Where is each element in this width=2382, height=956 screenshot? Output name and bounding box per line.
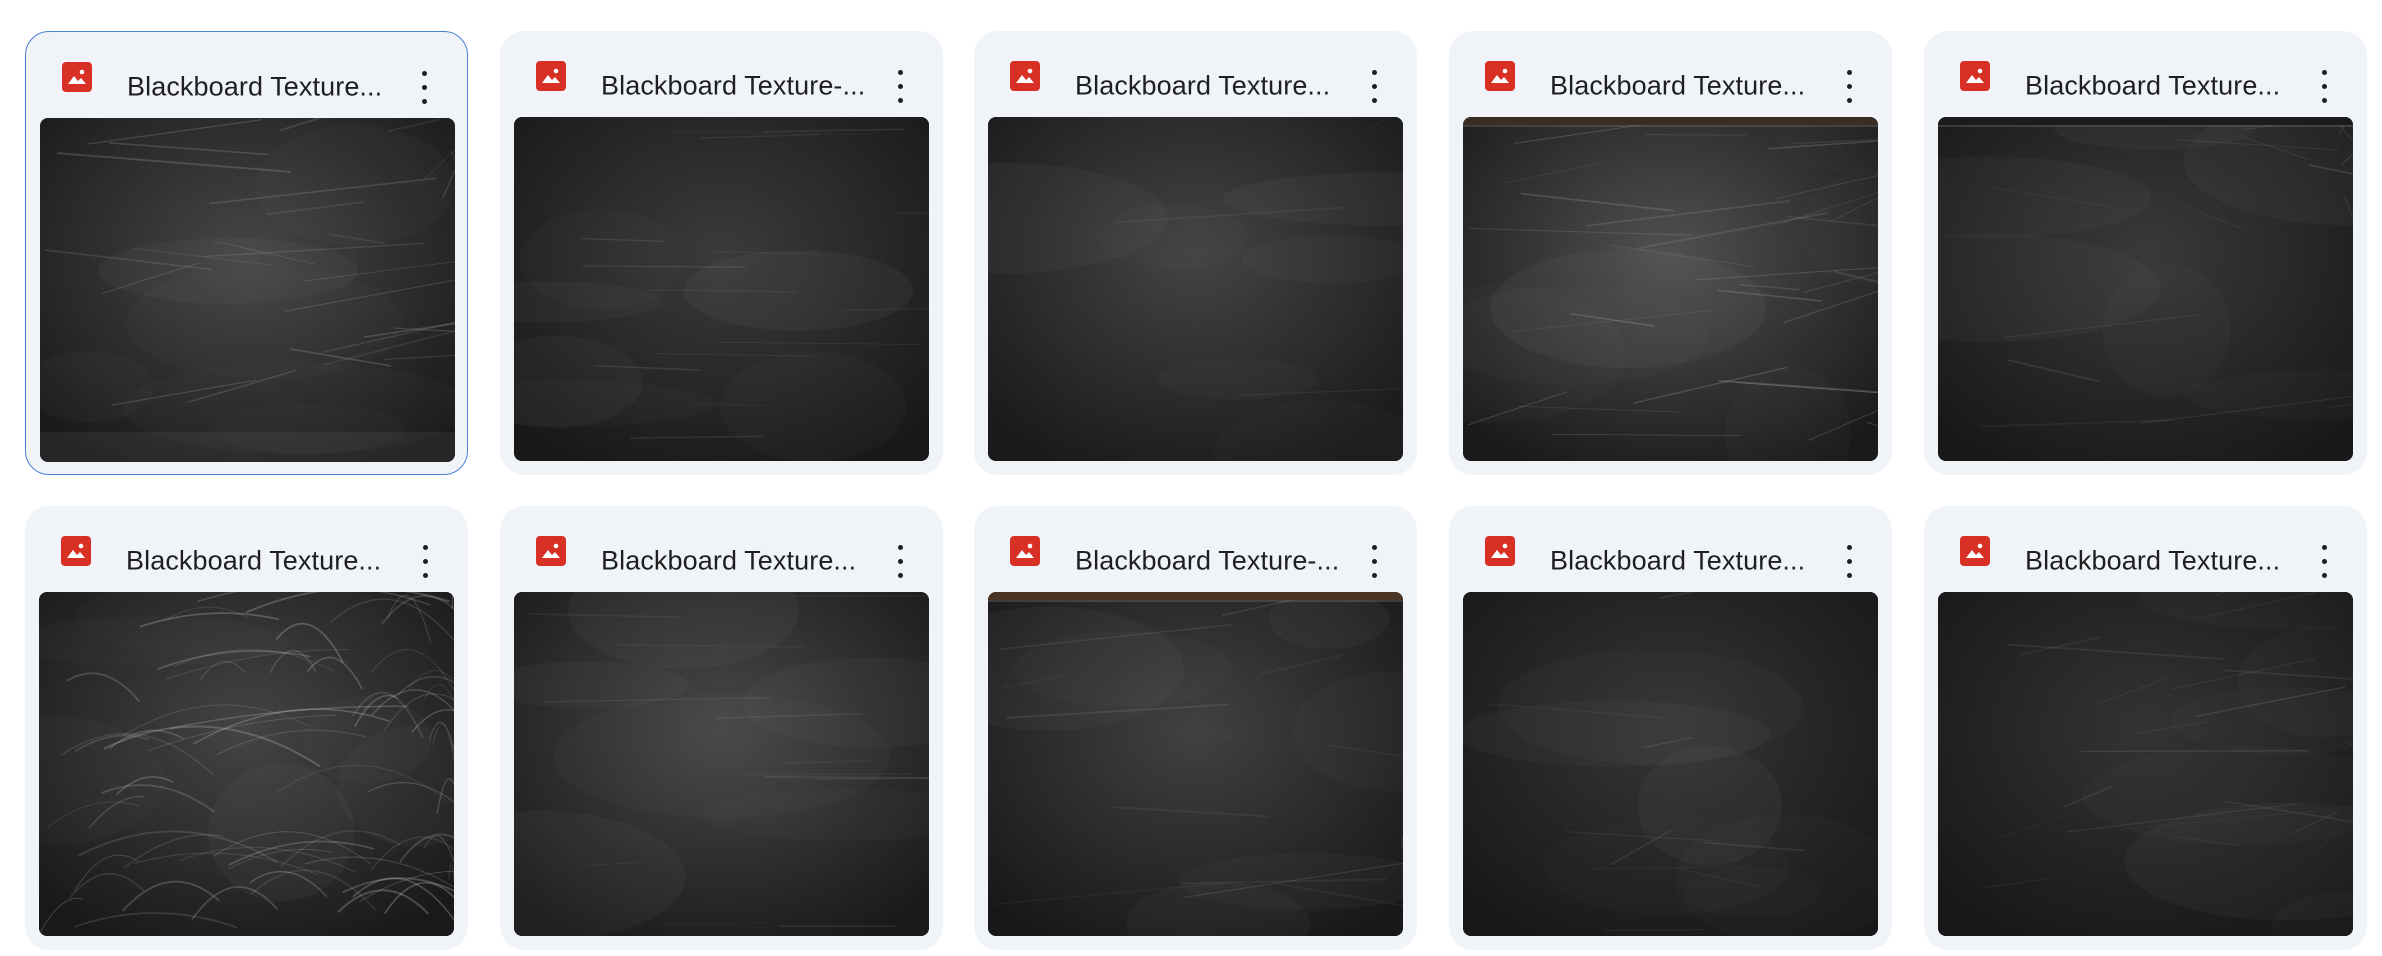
- file-thumbnail[interactable]: [39, 592, 454, 936]
- file-card[interactable]: Blackboard Texture...: [25, 31, 468, 475]
- file-thumbnail[interactable]: [1463, 592, 1878, 936]
- file-card[interactable]: Blackboard Texture...: [1449, 31, 1892, 475]
- file-thumbnail[interactable]: [988, 592, 1403, 936]
- image-file-icon: [1010, 61, 1040, 91]
- file-card-header: Blackboard Texture...: [1449, 31, 1892, 119]
- file-card-header: Blackboard Texture...: [1924, 506, 2367, 594]
- file-card[interactable]: Blackboard Texture...: [500, 506, 943, 950]
- more-options-icon[interactable]: [1830, 67, 1870, 107]
- file-name: Blackboard Texture...: [127, 71, 383, 102]
- image-file-icon: [61, 536, 91, 566]
- more-options-icon[interactable]: [881, 67, 921, 107]
- file-card[interactable]: Blackboard Texture...: [1924, 506, 2367, 950]
- file-card[interactable]: Blackboard Texture...: [1449, 506, 1892, 950]
- more-options-icon[interactable]: [1355, 67, 1395, 107]
- file-card[interactable]: Blackboard Texture-...: [500, 31, 943, 475]
- image-file-icon: [1485, 61, 1515, 91]
- file-name: Blackboard Texture...: [2025, 545, 2281, 576]
- image-file-icon: [1485, 536, 1515, 566]
- file-card[interactable]: Blackboard Texture-...: [974, 506, 1417, 950]
- image-file-icon: [1960, 61, 1990, 91]
- file-thumbnail[interactable]: [988, 117, 1403, 461]
- more-options-icon[interactable]: [406, 542, 446, 582]
- file-name: Blackboard Texture...: [601, 545, 857, 576]
- image-file-icon: [536, 536, 566, 566]
- file-name: Blackboard Texture-...: [601, 70, 866, 101]
- image-file-icon: [62, 62, 92, 92]
- file-card-header: Blackboard Texture...: [1449, 506, 1892, 594]
- more-options-icon[interactable]: [1355, 542, 1395, 582]
- file-card-header: Blackboard Texture...: [26, 32, 467, 120]
- more-options-icon[interactable]: [2305, 67, 2345, 107]
- file-card[interactable]: Blackboard Texture...: [974, 31, 1417, 475]
- more-options-icon[interactable]: [2305, 542, 2345, 582]
- more-options-icon[interactable]: [1830, 542, 1870, 582]
- image-file-icon: [536, 61, 566, 91]
- file-card-header: Blackboard Texture-...: [974, 506, 1417, 594]
- file-thumbnail[interactable]: [1938, 117, 2353, 461]
- file-thumbnail[interactable]: [40, 118, 455, 462]
- file-thumbnail[interactable]: [514, 117, 929, 461]
- file-thumbnail[interactable]: [514, 592, 929, 936]
- file-card[interactable]: Blackboard Texture...: [25, 506, 468, 950]
- file-name: Blackboard Texture...: [1075, 70, 1331, 101]
- file-name: Blackboard Texture...: [1550, 545, 1806, 576]
- more-options-icon[interactable]: [405, 68, 445, 108]
- file-name: Blackboard Texture...: [126, 545, 382, 576]
- file-thumbnail[interactable]: [1463, 117, 1878, 461]
- file-name: Blackboard Texture-...: [1075, 545, 1340, 576]
- more-options-icon[interactable]: [881, 542, 921, 582]
- file-name: Blackboard Texture...: [1550, 70, 1806, 101]
- file-card-header: Blackboard Texture-...: [500, 31, 943, 119]
- file-thumbnail[interactable]: [1938, 592, 2353, 936]
- file-card[interactable]: Blackboard Texture...: [1924, 31, 2367, 475]
- image-file-icon: [1960, 536, 1990, 566]
- file-card-header: Blackboard Texture...: [974, 31, 1417, 119]
- file-card-header: Blackboard Texture...: [25, 506, 468, 594]
- file-grid: Blackboard Texture... Blackboard Texture…: [0, 0, 2382, 956]
- image-file-icon: [1010, 536, 1040, 566]
- file-name: Blackboard Texture...: [2025, 70, 2281, 101]
- file-card-header: Blackboard Texture...: [1924, 31, 2367, 119]
- file-card-header: Blackboard Texture...: [500, 506, 943, 594]
